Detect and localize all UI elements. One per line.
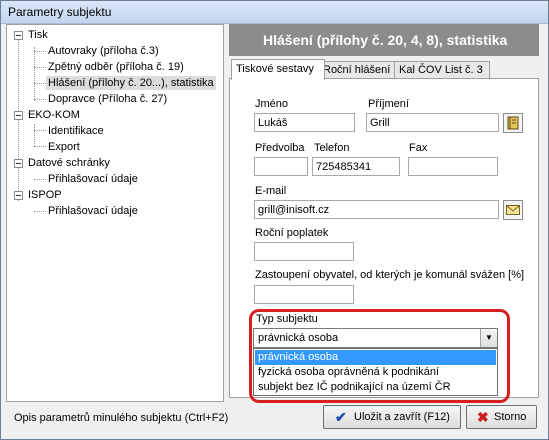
tree-node-export[interactable]: Export	[48, 140, 80, 154]
typ-subjektu-label: Typ subjektu	[256, 313, 318, 325]
tree-node-zpetny-odber[interactable]: Zpětný odběr (příloha č. 19)	[48, 60, 184, 74]
jmeno-input[interactable]: Lukáš	[254, 113, 355, 132]
envelope-icon[interactable]	[503, 200, 523, 220]
save-close-button[interactable]: ✔ Uložit a zavřít (F12)	[323, 405, 461, 429]
tree-node-tisk[interactable]: Tisk	[28, 28, 48, 42]
tree-line	[34, 179, 46, 180]
tree-line	[34, 51, 46, 52]
dropdown-option[interactable]: subjekt bez IČ podnikající na území ČR	[255, 380, 496, 395]
section-title: Hlášení (přílohy č. 20, 4, 8), statistik…	[263, 32, 508, 48]
dropdown-option[interactable]: právnická osoba	[255, 350, 496, 365]
save-close-label: Uložit a zavřít (F12)	[354, 411, 450, 423]
tree-node-prihlasovaci-udaje[interactable]: Přihlašovací údaje	[48, 172, 138, 186]
tree-node-identifikace[interactable]: Identifikace	[48, 124, 104, 138]
tree-line	[34, 130, 46, 131]
section-header: Hlášení (přílohy č. 20, 4, 8), statistik…	[229, 24, 539, 56]
window-title: Parametry subjektu	[8, 5, 112, 19]
title-bar[interactable]: Parametry subjektu	[1, 1, 548, 24]
settings-tree: Tisk Autovraky (příloha č.3) Zpětný odbě…	[6, 24, 224, 402]
dropdown-option[interactable]: fyzická osoba oprávněná k podnikání	[255, 365, 496, 380]
collapse-icon[interactable]	[14, 31, 23, 40]
tree-node-datove-schranky[interactable]: Datové schránky	[28, 156, 110, 170]
dropdown-arrow-icon[interactable]: ▼	[480, 329, 497, 347]
tab-rocni-hlaseni[interactable]: Roční hlášení	[318, 61, 400, 79]
tree-line	[34, 83, 46, 84]
tree-node-eko-kom[interactable]: EKO-KOM	[28, 108, 80, 122]
telefon-input[interactable]: 725485341	[312, 157, 400, 176]
tree-line	[34, 124, 35, 146]
tab-kal-cov[interactable]: Kal ČOV List č. 3	[394, 61, 490, 79]
typ-subjektu-dropdown: právnická osoba fyzická osoba oprávněná …	[253, 348, 498, 396]
tree-line	[34, 146, 46, 147]
address-book-icon[interactable]	[503, 113, 523, 133]
tree-line	[34, 211, 46, 212]
email-label: E-mail	[255, 185, 287, 197]
rocni-poplatek-label: Roční poplatek	[255, 227, 329, 239]
fax-input[interactable]	[408, 157, 498, 176]
tree-node-prihlasovaci-udaje[interactable]: Přihlašovací údaje	[48, 204, 138, 218]
cancel-label: Storno	[494, 411, 527, 423]
tab-tiskove-sestavy[interactable]: Tiskové sestavy	[231, 59, 325, 80]
checkmark-icon: ✔	[335, 409, 347, 425]
typ-subjektu-select[interactable]: právnická osoba ▼	[253, 328, 498, 348]
collapse-icon[interactable]	[14, 191, 23, 200]
footer-hint: Opis parametrů minulého subjektu (Ctrl+F…	[14, 412, 229, 424]
typ-subjektu-value: právnická osoba	[258, 332, 339, 344]
jmeno-label: Jméno	[255, 98, 289, 110]
tree-line	[34, 67, 46, 68]
telefon-label: Telefon	[314, 142, 350, 154]
tree-node-hlaseni[interactable]: Hlášení (přílohy č. 20...), statistika	[46, 76, 216, 90]
x-icon: ✖	[477, 409, 489, 425]
tree-line	[34, 99, 46, 100]
rocni-poplatek-input[interactable]	[254, 242, 354, 261]
tree-node-dopravce[interactable]: Dopravce (Příloha č. 27)	[48, 92, 167, 106]
tree-node-autovraky[interactable]: Autovraky (příloha č.3)	[48, 44, 159, 58]
zastoupeni-input[interactable]	[254, 285, 354, 304]
cancel-button[interactable]: ✖ Storno	[466, 405, 537, 429]
prijmeni-label: Příjmení	[368, 98, 409, 110]
tree-node-ispop[interactable]: ISPOP	[28, 188, 62, 202]
predvolba-label: Předvolba	[255, 142, 305, 154]
email-input[interactable]: grill@inisoft.cz	[254, 200, 499, 219]
tree-line	[34, 47, 35, 101]
fax-label: Fax	[409, 142, 428, 154]
collapse-icon[interactable]	[14, 111, 23, 120]
predvolba-input[interactable]	[254, 157, 308, 176]
prijmeni-input[interactable]: Grill	[366, 113, 499, 132]
tree-line	[18, 39, 19, 201]
collapse-icon[interactable]	[14, 159, 23, 168]
zastoupeni-label: Zastoupení obyvatel, od kterých je komun…	[255, 269, 525, 281]
